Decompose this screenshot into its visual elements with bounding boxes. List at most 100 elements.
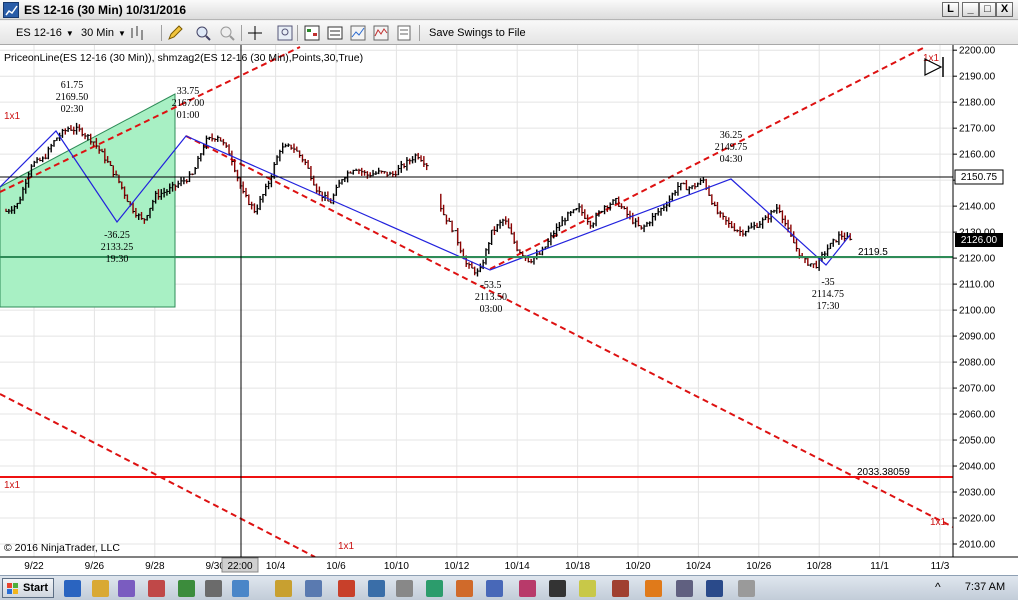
price-tick-label: 2040.00	[959, 462, 996, 473]
gann-label: 1x1	[4, 480, 21, 491]
data-box-icon[interactable]	[303, 24, 321, 42]
swing-price-label: 2114.75	[812, 289, 844, 300]
maximize-button[interactable]: □	[979, 2, 996, 17]
show-hidden-icons-icon[interactable]: ^	[935, 580, 941, 594]
gann-label: 1x1	[4, 111, 21, 122]
app-icon[interactable]	[456, 580, 473, 597]
app-icon[interactable]	[305, 580, 322, 597]
app-icon[interactable]	[579, 580, 596, 597]
price-axis: 2200.00 2190.00 2180.00 2170.00 2160.00 2150.…	[953, 46, 996, 551]
close-button[interactable]: X	[996, 2, 1013, 17]
chart-app-icon	[3, 2, 19, 18]
time-tick-label: 10/12	[444, 561, 469, 572]
start-button[interactable]: Start	[2, 578, 54, 598]
time-tick-label: 10/14	[505, 561, 530, 572]
highlight-rectangle[interactable]	[0, 93, 176, 308]
price-tick-label: 2170.00	[959, 124, 996, 135]
time-tick-label: 10/6	[326, 561, 346, 572]
interval-label: 30 Min	[81, 27, 115, 39]
pencil-icon[interactable]	[166, 24, 184, 42]
swing-change-label: -36.25	[104, 230, 130, 241]
app-icon[interactable]	[232, 580, 249, 597]
swing-change-label: 36.25	[720, 130, 743, 141]
gann-line-down-2[interactable]	[0, 393, 316, 557]
cursor-time-value: 22:00	[227, 561, 252, 572]
bars-icon[interactable]	[128, 24, 146, 42]
ninjatrader-icon[interactable]	[338, 580, 355, 597]
app-icon[interactable]	[178, 580, 195, 597]
swing-change-label: -35	[821, 277, 834, 288]
start-label: Start	[23, 582, 49, 594]
chart-panel[interactable]: PriceonLine(ES 12-16 (30 Min)), shmzag2(…	[0, 45, 1018, 575]
price-tick-label: 2100.00	[959, 306, 996, 317]
toolbar-separator	[297, 25, 298, 41]
price-tick-label: 2190.00	[959, 72, 996, 83]
app-icon[interactable]	[396, 580, 413, 597]
toolbar-separator	[419, 25, 420, 41]
chevron-down-icon: ▼	[65, 29, 74, 38]
headphones-icon[interactable]	[549, 580, 566, 597]
zoom-out-icon[interactable]	[218, 24, 236, 42]
zoom-in-icon[interactable]	[194, 24, 212, 42]
title-bar[interactable]: ES 12-16 (30 Min) 10/31/2016 L _ □ X	[0, 0, 1018, 20]
swing-time-label: 01:00	[177, 110, 200, 121]
swing-change-label: 61.75	[61, 80, 84, 91]
time-tick-label: 9/26	[85, 561, 105, 572]
gann-line-down-1[interactable]	[185, 135, 953, 528]
swing-time-label: 19:30	[106, 254, 129, 265]
gann-label: 1x1	[338, 541, 355, 552]
instrument-selector[interactable]: ES 12-16 ▼	[16, 24, 74, 42]
price-tick-label: 2120.00	[959, 254, 996, 265]
support-price-label: 2119.5	[858, 247, 888, 258]
app-icon[interactable]	[612, 580, 629, 597]
strategies-icon[interactable]	[395, 24, 413, 42]
app-icon[interactable]	[275, 580, 292, 597]
app-icon[interactable]	[676, 580, 693, 597]
folder-icon[interactable]	[92, 580, 109, 597]
app-icon[interactable]	[205, 580, 222, 597]
chart-style-icon[interactable]	[349, 24, 367, 42]
restore-button[interactable]: L	[942, 2, 959, 17]
toolbar-separator	[241, 25, 242, 41]
app-icon[interactable]	[368, 580, 385, 597]
app-icon[interactable]	[738, 580, 755, 597]
price-tick-label: 2140.00	[959, 202, 996, 213]
time-tick-label: 10/10	[384, 561, 409, 572]
price-tick-label: 2110.00	[959, 280, 995, 291]
app-icon[interactable]	[148, 580, 165, 597]
swing-price-label: 2133.25	[101, 242, 134, 253]
time-tick-label: 10/20	[625, 561, 650, 572]
chart-toolbar: ES 12-16 ▼ 30 Min ▼ Save Swings to File	[0, 21, 1018, 45]
price-tick-label: 2080.00	[959, 358, 996, 369]
app-icon[interactable]	[486, 580, 503, 597]
price-tick-label: 2070.00	[959, 384, 996, 395]
swing-change-label: -53.5	[481, 280, 502, 291]
resistance-price-value: 2150.75	[961, 172, 998, 183]
chevron-down-icon: ▼	[118, 29, 126, 38]
app-icon[interactable]	[706, 580, 723, 597]
horizontal-red-price-label: 2033.38059	[857, 467, 910, 478]
swing-change-label: 33.75	[177, 86, 200, 97]
time-tick-label: 10/4	[266, 561, 286, 572]
indicators-icon[interactable]	[372, 24, 390, 42]
gann-label: 1x1	[930, 517, 947, 528]
crosshair-icon[interactable]	[246, 24, 264, 42]
save-swings-button[interactable]: Save Swings to File	[425, 24, 530, 42]
time-tick-label: 10/28	[807, 561, 832, 572]
properties-icon[interactable]	[326, 24, 344, 42]
chart-window: ES 12-16 (30 Min) 10/31/2016 L _ □ X ES …	[0, 0, 1018, 600]
swing-time-label: 04:30	[720, 154, 743, 165]
app-icon[interactable]	[426, 580, 443, 597]
media-icon[interactable]	[118, 580, 135, 597]
app-icon[interactable]	[519, 580, 536, 597]
price-tick-label: 2090.00	[959, 332, 996, 343]
price-chart[interactable]: PriceonLine(ES 12-16 (30 Min)), shmzag2(…	[0, 45, 1018, 575]
swing-time-label: 02:30	[61, 104, 84, 115]
gann-line-up-2[interactable]	[489, 46, 926, 270]
swing-time-label: 17:30	[817, 301, 840, 312]
magnifier-icon[interactable]	[276, 24, 294, 42]
interval-selector[interactable]: 30 Min ▼	[81, 24, 126, 42]
firefox-icon[interactable]	[645, 580, 662, 597]
ie-icon[interactable]	[64, 580, 81, 597]
minimize-button[interactable]: _	[962, 2, 979, 17]
